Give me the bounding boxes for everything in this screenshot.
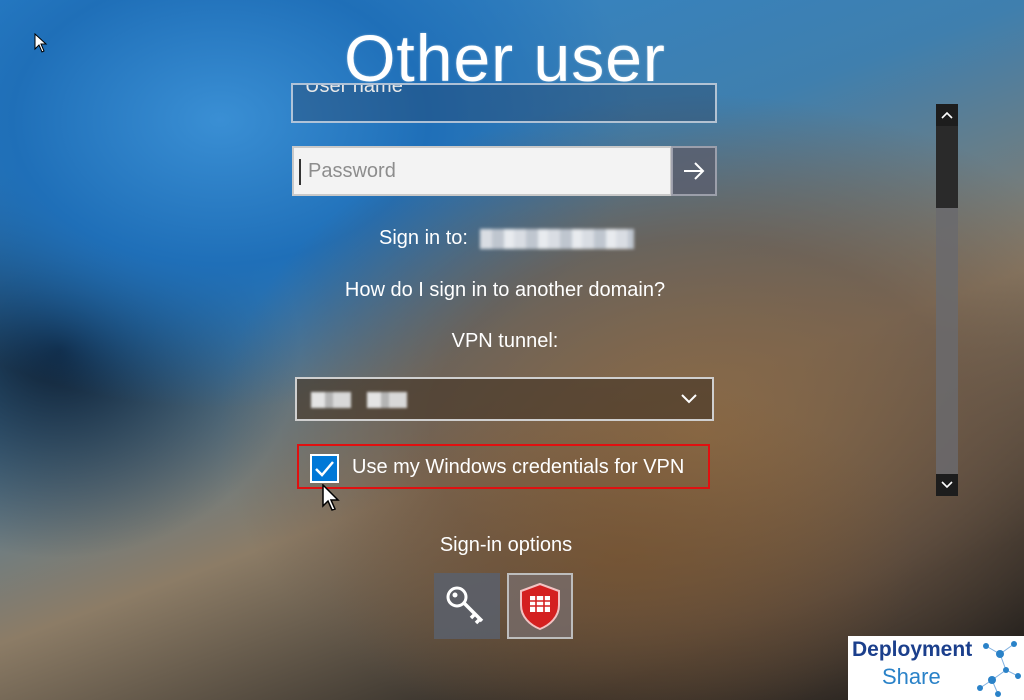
vpn-tunnel-label: VPN tunnel: bbox=[451, 330, 559, 352]
shield-icon bbox=[520, 582, 560, 631]
arrow-right-icon bbox=[684, 162, 705, 180]
username-placeholder: User name bbox=[305, 83, 403, 97]
watermark-line-1: Deployment bbox=[852, 638, 973, 661]
redacted-domain bbox=[480, 229, 634, 249]
security-key-signin-option[interactable] bbox=[507, 573, 573, 639]
redacted-vpn-name bbox=[311, 392, 421, 408]
scroll-down-button[interactable] bbox=[936, 474, 958, 496]
scrollbar[interactable] bbox=[936, 104, 958, 496]
vpn-credentials-checkbox[interactable] bbox=[310, 454, 339, 483]
username-field[interactable]: User name bbox=[291, 83, 717, 123]
vpn-credentials-label[interactable]: Use my Windows credentials for VPN bbox=[352, 456, 684, 479]
chevron-up-icon bbox=[941, 111, 953, 119]
password-signin-option[interactable] bbox=[434, 573, 500, 639]
sign-in-to-label: Sign in to: bbox=[379, 227, 468, 249]
watermark-logo: Deployment Share bbox=[848, 636, 1024, 700]
password-field[interactable]: Password bbox=[292, 146, 672, 196]
chevron-down-icon bbox=[681, 394, 697, 404]
signin-options-label: Sign-in options bbox=[439, 534, 573, 556]
chevron-down-icon bbox=[941, 481, 953, 489]
domain-help-link[interactable]: How do I sign in to another domain? bbox=[0, 279, 1010, 302]
mouse-cursor-icon bbox=[322, 484, 340, 511]
watermark-line-2: Share bbox=[882, 664, 941, 689]
scroll-up-button[interactable] bbox=[936, 104, 958, 126]
vpn-tunnel-select[interactable] bbox=[295, 377, 714, 421]
key-icon bbox=[446, 586, 484, 625]
scrollbar-track[interactable] bbox=[936, 208, 958, 474]
password-placeholder: Password bbox=[308, 160, 396, 182]
checkmark-icon bbox=[312, 456, 337, 481]
network-graphic-icon bbox=[977, 641, 1021, 697]
submit-button[interactable] bbox=[671, 146, 717, 196]
scrollbar-thumb[interactable] bbox=[936, 126, 958, 208]
text-caret bbox=[299, 159, 301, 185]
